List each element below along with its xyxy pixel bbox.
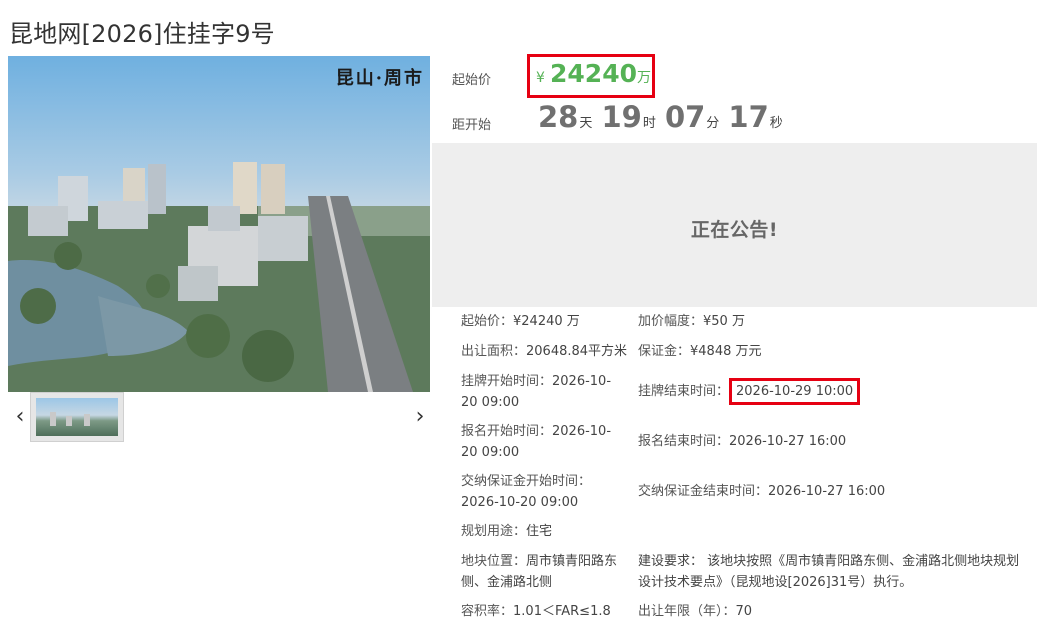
currency-symbol: ¥ xyxy=(536,70,545,86)
aerial-city-image xyxy=(8,56,430,392)
detail-start-price: 起始价：¥24240 万 xyxy=(461,314,580,329)
countdown-hours: 19 xyxy=(601,100,642,134)
detail-listing-end: 挂牌结束时间： 2026-10-29 10:00 xyxy=(638,378,861,405)
detail-signup-end: 报名结束时间：2026-10-27 16:00 xyxy=(638,434,847,449)
detail-listing-start: 挂牌开始时间：2026-10- 20 09:00 xyxy=(461,374,612,410)
start-price-value: 24240 xyxy=(550,59,637,88)
countdown-minutes: 07 xyxy=(664,100,706,134)
photo-caption: 昆山·周市 xyxy=(335,68,424,89)
seconds-unit: 秒 xyxy=(769,116,783,131)
price-unit: 万 xyxy=(637,70,651,86)
announcement-status: 正在公告! xyxy=(690,219,779,241)
chevron-right-icon[interactable]: › xyxy=(410,404,430,430)
minutes-unit: 分 xyxy=(706,116,720,131)
page-title: 昆地网[2026]住挂字9号 xyxy=(9,20,275,48)
countdown-days: 28 xyxy=(538,100,579,134)
detail-location: 地块位置：周市镇青阳路东 侧、金浦路北侧 xyxy=(461,554,618,590)
detail-area: 出让面积：20648.84平方米 xyxy=(461,344,628,359)
detail-requirement: 建设要求： 该地块按照《周市镇青阳路东侧、金浦路北侧地块规划 设计技术要点》（昆… xyxy=(638,554,1020,590)
start-price-label: 起始价 xyxy=(452,73,492,88)
start-price-highlight: ¥ 24240万 xyxy=(527,54,655,98)
thumbnail-strip: ‹ › xyxy=(8,392,430,444)
detail-deposit-end: 交纳保证金结束时间：2026-10-27 16:00 xyxy=(638,484,886,499)
detail-increment: 加价幅度：¥50 万 xyxy=(638,314,745,329)
parcel-photo[interactable]: 昆山·周市 xyxy=(8,56,430,392)
countdown-seconds: 17 xyxy=(728,100,769,134)
days-unit: 天 xyxy=(579,116,593,131)
detail-deposit: 保证金：¥4848 万元 xyxy=(638,344,762,359)
hours-unit: 时 xyxy=(642,116,656,131)
listing-end-highlight: 2026-10-29 10:00 xyxy=(729,378,861,405)
detail-deposit-start: 交纳保证金开始时间： 2026-10-20 09:00 xyxy=(461,474,592,510)
detail-usage: 规划用途：住宅 xyxy=(461,524,553,539)
countdown-timer: 28天 19时 07分 17秒 xyxy=(538,100,787,134)
announcement-panel: 正在公告! xyxy=(432,143,1037,307)
thumbnail-image[interactable] xyxy=(30,392,124,442)
chevron-left-icon[interactable]: ‹ xyxy=(10,404,30,430)
detail-term: 出让年限（年）：70 xyxy=(638,604,753,619)
detail-far: 容积率：1.01＜FAR≤1.8 xyxy=(461,604,611,619)
countdown-label: 距开始 xyxy=(452,118,492,133)
detail-signup-start: 报名开始时间：2026-10- 20 09:00 xyxy=(461,424,612,460)
